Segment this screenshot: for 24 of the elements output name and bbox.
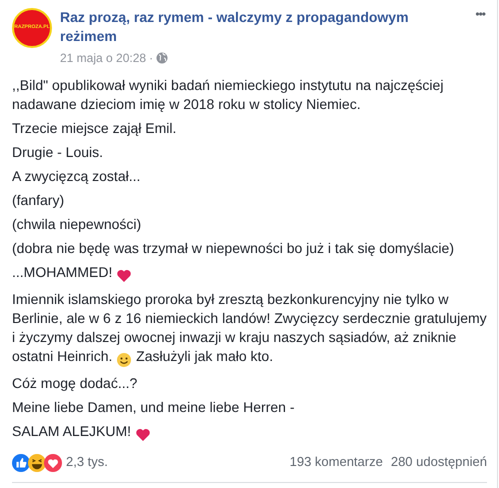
- post-paragraph: (fanfary): [12, 191, 66, 210]
- reaction-count[interactable]: 2,3 tys.: [66, 452, 108, 472]
- post-paragraph: Imiennik islamskiego proroka był zresztą bezkonkurencyjny nie tylko w Berlinie, ale w 6 z 16 niemieckich landów! Zwycięzcy serdecznie gratulujemy i życzymy dalszej owocnej inwazji w kraju naszych sąsiadów, aż zniknie ostatni Heinrich. Zasłużyli jak mało kto.: [12, 290, 492, 369]
- more-options-button[interactable]: •••: [475, 8, 485, 20]
- post-paragraph: Cóż mogę dodać...?: [12, 374, 138, 393]
- separator-dot: ·: [149, 50, 154, 66]
- post-time[interactable]: 21 maja o 20:28: [60, 50, 146, 66]
- post-paragraph: (chwila niepewności): [12, 215, 142, 234]
- author-name[interactable]: Raz prozą, raz rymem - walczymy z propagandowym reżimem: [60, 8, 468, 46]
- like-icon: [12, 452, 30, 472]
- shares-count[interactable]: 280 udostępnień: [390, 452, 487, 472]
- laughing-icon: [28, 452, 46, 472]
- post-paragraph: ,,Bild" opublikował wyniki badań niemieckiego instytutu na najczęściej nadawane dzieciom imię w 2018 roku w stolicy Niemiec.: [12, 76, 444, 114]
- post-paragraph: ...MOHAMMED!: [12, 263, 492, 285]
- post-paragraph: Meine liebe Damen, und meine liebe Herren -: [12, 398, 296, 417]
- globe-icon: [156, 52, 168, 64]
- love-icon: [44, 452, 62, 472]
- smiley-icon: [116, 350, 132, 369]
- post-paragraph: (dobra nie będę was trzymał w niepewności bo już i tak się domyślacie): [12, 239, 455, 258]
- post-paragraph: A zwycięzcą został...: [12, 167, 142, 186]
- comments-count[interactable]: 193 komentarze: [290, 452, 383, 472]
- post-paragraph: Trzecie miejsce zajął Emil.: [12, 119, 178, 138]
- post-paragraph: Drugie - Louis.: [12, 143, 104, 162]
- post-paragraph: SALAM ALEJKUM!: [12, 422, 492, 444]
